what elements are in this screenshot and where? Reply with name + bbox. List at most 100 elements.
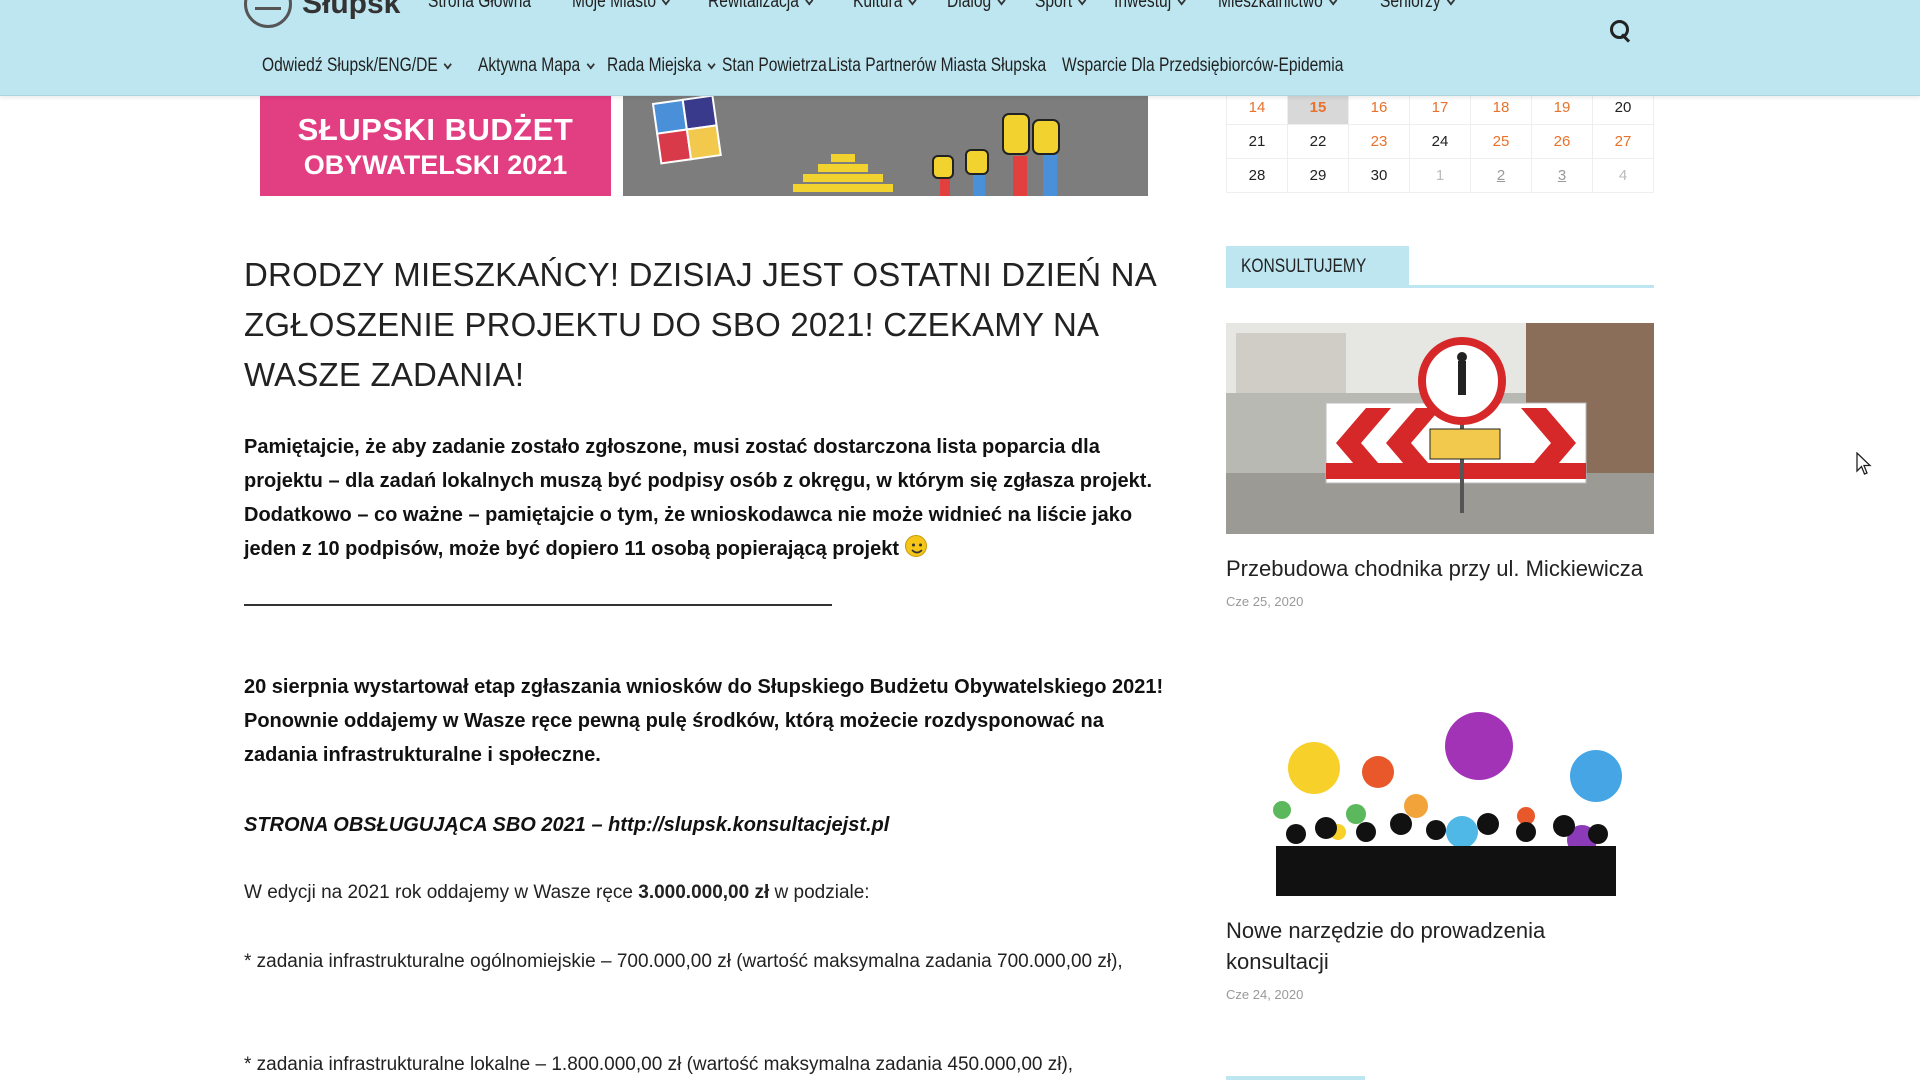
nav-item-label: Moje Miasto — [571, 0, 656, 12]
chevron-down-icon — [707, 59, 716, 69]
nav-item-label: Aktywna Mapa — [478, 55, 581, 76]
site-logo[interactable]: Słupsk — [244, 0, 401, 28]
sidebar-section-tab: KONSULTUJEMY — [1226, 246, 1409, 288]
nav-item-seniorzy[interactable]: Seniorzy — [1379, 0, 1455, 13]
article: DRODZY MIESZKAŃCY! DZISIAJ JEST OSTATNI … — [244, 250, 1174, 400]
calendar-day: 21 — [1226, 124, 1288, 159]
chevron-down-icon — [586, 59, 595, 69]
post-date: Cze 24, 2020 — [1226, 987, 1304, 1002]
para1-text: Pamiętajcie, że aby zadanie zostało zgło… — [244, 436, 1153, 560]
post-thumbnail-consultation[interactable] — [1226, 706, 1654, 896]
smiley-icon — [904, 535, 927, 557]
banner-illustration — [623, 96, 1148, 196]
chevron-down-icon — [1177, 0, 1186, 5]
mouse-cursor-icon — [1856, 452, 1872, 475]
post-thumbnail-roadworks[interactable] — [1226, 323, 1654, 534]
calendar-day: 29 — [1287, 158, 1349, 193]
calendar-day[interactable]: 3 — [1531, 158, 1593, 193]
banner-line-2: OBYWATELSKI 2021 — [303, 149, 568, 180]
main-nav-bottom: Odwiedź Słupsk/ENG/DE Aktywna Mapa Rada Mi… — [262, 50, 1435, 82]
nav-item-aktywna-mapa[interactable]: Aktywna Mapa — [478, 55, 595, 77]
nav-item-stan-powietrza[interactable]: Stan Powietrza — [722, 55, 827, 77]
article-paragraph-start: 20 sierpnia wystartował etap zgłaszania … — [244, 676, 1164, 766]
nav-item-label: Seniorzy — [1379, 0, 1441, 12]
sidebar-section-header: KONSULTUJEMY — [1226, 246, 1654, 288]
sidebar-post[interactable]: Nowe narzędzie do prowadzenia konsultacj… — [1226, 706, 1654, 1002]
article-paragraph-budget: W edycji na 2021 rok oddajemy w Wasze rę… — [244, 876, 1174, 910]
sbo-website-link[interactable]: STRONA OBSŁUGUJĄCA SBO 2021 – http://slu… — [244, 808, 1174, 842]
sbo-banner[interactable]: SŁUPSKI BUDŻET OBYWATELSKI 2021 — [260, 96, 1148, 196]
nav-item-label: Strona Główna — [428, 0, 532, 12]
divider-line — [244, 604, 832, 606]
calendar-week-row: 21 22 23 24 25 26 27 — [1226, 124, 1654, 159]
nav-item-label: Rewitalizacja — [708, 0, 800, 12]
nav-item-odwiedz-slupsk-eng-de[interactable]: Odwiedź Słupsk/ENG/DE — [262, 55, 453, 77]
calendar-week-row: 28 29 30 1 2 3 4 — [1226, 158, 1654, 193]
nav-item-lista-partnerow-miasta-slupska[interactable]: Lista Partnerów Miasta Słupska — [828, 55, 1046, 77]
budget-item-local: * zadania infrastrukturalne lokalne – 1.… — [244, 1054, 1074, 1075]
next-section-tab — [1226, 1076, 1365, 1080]
chevron-down-icon — [661, 0, 670, 5]
nav-item-strona-glowna[interactable]: Strona Główna — [428, 0, 531, 13]
banner-title-block: SŁUPSKI BUDŻET OBYWATELSKI 2021 — [260, 96, 611, 196]
budget-amount: 3.000.000,00 zł — [638, 882, 770, 903]
nav-item-label: Rada Miejska — [606, 55, 702, 76]
para4-pre: W edycji na 2021 rok oddajemy w Wasze rę… — [244, 882, 639, 903]
logo-text: Słupsk — [302, 0, 401, 20]
nav-item-dialog[interactable]: Dialog — [947, 0, 1006, 13]
nav-item-rada-miejska[interactable]: Rada Miejska — [606, 55, 716, 77]
nav-item-sport[interactable]: Sport — [1035, 0, 1087, 13]
nav-item-mieszkalnictwo[interactable]: Mieszkalnictwo — [1218, 0, 1338, 13]
calendar-day: 30 — [1348, 158, 1410, 193]
puzzle-hands-illustration — [623, 96, 1148, 196]
site-header: Słupsk Strona Główna Moje Miasto Rewitaliz… — [0, 0, 1920, 96]
chevron-down-icon — [997, 0, 1006, 5]
nav-item-label: Sport — [1035, 0, 1073, 12]
calendar-widget: 14 15 16 17 18 19 20 21 22 23 24 25 26 27 28 29 30 1 2 3 4 — [1226, 90, 1654, 193]
calendar-day: 27 — [1592, 124, 1654, 159]
nav-item-moje-miasto[interactable]: Moje Miasto — [571, 0, 670, 13]
calendar-day[interactable]: 2 — [1470, 158, 1532, 193]
chevron-down-icon — [443, 59, 453, 69]
nav-item-label: Wsparcie Dla Przedsiębiorców-Epidemia — [1062, 55, 1344, 76]
calendar-day: 23 — [1348, 124, 1410, 159]
nav-item-inwestuj[interactable]: Inwestuj — [1114, 0, 1186, 13]
calendar-day: 25 — [1470, 124, 1532, 159]
roadworks-photo — [1226, 323, 1654, 534]
chevron-down-icon — [1446, 0, 1455, 5]
chevron-down-icon — [908, 0, 917, 5]
post-date: Cze 25, 2020 — [1226, 594, 1304, 609]
calendar-day: 22 — [1287, 124, 1349, 159]
article-title: DRODZY MIESZKAŃCY! DZISIAJ JEST OSTATNI … — [244, 256, 1156, 393]
article-paragraph-support-list: Pamiętajcie, że aby zadanie zostało zgło… — [244, 430, 1174, 566]
nav-item-label: Inwestuj — [1114, 0, 1172, 12]
calendar-day: 26 — [1531, 124, 1593, 159]
nav-item-label: Stan Powietrza — [722, 55, 827, 76]
sidebar-section-label: KONSULTUJEMY — [1241, 256, 1367, 277]
calendar-day: 4 — [1592, 158, 1654, 193]
search-icon[interactable] — [1610, 20, 1632, 42]
nav-item-kultura[interactable]: Kultura — [852, 0, 917, 13]
nav-item-wsparcie-dla-przedsiebiorcow-epidemia[interactable]: Wsparcie Dla Przedsiębiorców-Epidemia — [1062, 55, 1343, 77]
para4-post: w podziale: — [769, 882, 870, 903]
nav-item-label: Kultura — [852, 0, 903, 12]
nav-item-label: Odwiedź Słupsk/ENG/DE — [262, 55, 438, 76]
calendar-day: 28 — [1226, 158, 1288, 193]
main-nav-top: Strona Główna Moje Miasto Rewitalizacja Kul… — [428, 0, 1488, 14]
nav-item-label: Mieszkalnictwo — [1218, 0, 1323, 12]
calendar-day: 24 — [1409, 124, 1471, 159]
nav-item-rewitalizacja[interactable]: Rewitalizacja — [708, 0, 814, 13]
chevron-down-icon — [1329, 0, 1338, 5]
logo-icon — [244, 0, 292, 28]
nav-item-label: Dialog — [947, 0, 992, 12]
post-title[interactable]: Przebudowa chodnika przy ul. Mickiewicza — [1226, 553, 1654, 584]
budget-item-citywide: * zadania infrastrukturalne ogólnomiejsk… — [244, 951, 1123, 972]
chevron-down-icon — [1078, 0, 1087, 5]
chevron-down-icon — [805, 0, 814, 5]
post-title[interactable]: Nowe narzędzie do prowadzenia konsultacj… — [1226, 915, 1654, 977]
calendar-day: 1 — [1409, 158, 1471, 193]
banner-line-1: SŁUPSKI BUDŻET — [297, 111, 574, 147]
speech-bubbles-crowd-illustration — [1226, 706, 1654, 896]
sidebar-post[interactable]: Przebudowa chodnika przy ul. Mickiewicza… — [1226, 323, 1654, 609]
nav-item-label: Lista Partnerów Miasta Słupska — [827, 55, 1047, 76]
